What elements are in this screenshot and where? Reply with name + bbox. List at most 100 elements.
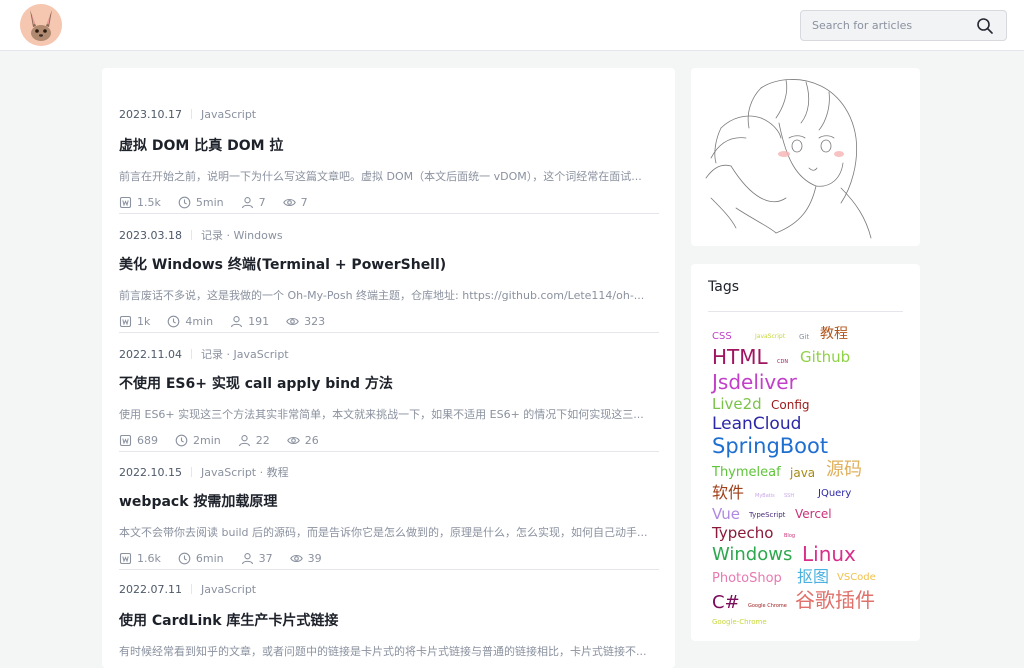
article-title[interactable]: webpack 按需加载原理 [119, 491, 658, 511]
search-box[interactable]: Search for articles [800, 10, 1007, 41]
article-title[interactable]: 虚拟 DOM 比真 DOM 拉 [119, 135, 658, 155]
article-item[interactable]: 2022.07.11 JavaScript 使用 CardLink 库生产卡片式链… [119, 583, 658, 659]
view-count: 26 [286, 434, 319, 447]
tag-link[interactable]: VSCode [837, 573, 876, 583]
sidebar-illustration-card [691, 68, 920, 246]
article-category[interactable]: 记录 · JavaScript [201, 348, 289, 361]
tag-link[interactable]: Config [771, 399, 810, 411]
article-divider [119, 332, 659, 333]
article-item[interactable]: 2022.11.04 记录 · JavaScript 不使用 ES6+ 实现 ca… [119, 346, 659, 452]
tags-divider [708, 311, 903, 312]
user-icon [241, 553, 253, 565]
tag-link[interactable]: 抠图 [797, 569, 829, 585]
view-count: 39 [289, 552, 322, 565]
article-title[interactable]: 美化 Windows 终端(Terminal + PowerShell) [119, 254, 658, 274]
article-title[interactable]: 使用 CardLink 库生产卡片式链接 [119, 610, 658, 630]
tag-link[interactable]: SSH [784, 494, 794, 499]
view-count: 7 [282, 196, 308, 209]
tag-link[interactable]: CSS [712, 332, 732, 342]
article-title[interactable]: 不使用 ES6+ 实现 call apply bind 方法 [119, 373, 658, 393]
article-item[interactable]: 2023.03.18 记录 · Windows 美化 Windows 终端(Ter… [119, 227, 659, 333]
visitor-count: 7 [241, 196, 266, 209]
article-divider [119, 451, 659, 452]
tag-link[interactable]: Github [800, 350, 850, 365]
article-excerpt: 前言废话不多说，这是我做的一个 Oh-My-Posh 终端主题，仓库地址: ht… [119, 289, 645, 302]
eye-icon [282, 198, 296, 207]
tag-link[interactable]: PhotoShop [712, 572, 782, 585]
read-time: 6min [178, 552, 224, 565]
tag-link[interactable]: LeanCloud [712, 416, 801, 433]
user-icon [231, 316, 243, 328]
article-meta: 2023.10.17 JavaScript [119, 108, 658, 122]
tag-link[interactable]: C# [712, 594, 740, 612]
article-category[interactable]: JavaScript [201, 583, 256, 596]
tag-link[interactable]: Blog [784, 534, 795, 539]
anime-girl-sketch-image [705, 79, 872, 239]
view-count: 323 [286, 315, 325, 328]
tag-link[interactable]: Windows [712, 546, 792, 564]
article-excerpt: 本文不会带你去阅读 build 后的源码，而是告诉你它是怎么做到的，原理是什么，… [119, 526, 648, 539]
article-divider [119, 569, 659, 570]
rabbit-logo-icon [20, 4, 62, 46]
article-category[interactable]: JavaScript · 教程 [201, 466, 289, 479]
tag-link[interactable]: MyBatis [755, 494, 775, 499]
article-stats: 689 2min 22 26 [119, 434, 658, 447]
tag-link[interactable]: 源码 [826, 461, 862, 479]
article-date: 2023.03.18 [119, 229, 182, 242]
word-count-icon [119, 196, 132, 209]
user-icon [241, 197, 253, 209]
tag-link[interactable]: Thymeleaf [712, 466, 781, 479]
user-icon [238, 435, 250, 447]
word-count: 689 [119, 434, 158, 447]
tag-link[interactable]: JavaScript [755, 334, 785, 340]
meta-divider [190, 467, 192, 477]
tag-link[interactable]: 谷歌插件 [795, 590, 875, 610]
tag-link[interactable]: Git [799, 334, 809, 341]
search-icon[interactable] [976, 17, 994, 35]
tag-link[interactable]: SpringBoot [712, 436, 828, 457]
word-count: 1k [119, 315, 150, 328]
meta-divider [190, 349, 192, 359]
article-item[interactable]: 2022.10.15 JavaScript · 教程 webpack 按需加载原理… [119, 464, 659, 570]
tag-link[interactable]: Vue [712, 507, 740, 522]
tag-link[interactable]: HTML [712, 347, 768, 367]
visitor-count: 22 [238, 434, 270, 447]
tag-link[interactable]: Linux [802, 544, 856, 564]
tag-link[interactable]: Live2d [712, 397, 762, 412]
tag-link[interactable]: java [790, 467, 815, 479]
article-stats: 1.5k 5min 7 7 [119, 196, 658, 209]
tag-link[interactable]: JQuery [818, 489, 851, 499]
meta-divider [190, 109, 192, 119]
read-time: 4min [167, 315, 213, 328]
tag-link[interactable]: Google Chrome [748, 604, 787, 609]
article-item[interactable]: 2023.10.17 JavaScript 虚拟 DOM 比真 DOM 拉 前言在… [119, 108, 659, 214]
word-count-icon [119, 552, 132, 565]
article-date: 2022.11.04 [119, 348, 182, 361]
visitor-count: 37 [241, 552, 273, 565]
visitor-count: 191 [230, 315, 269, 328]
article-divider [119, 213, 659, 214]
clock-icon [178, 552, 191, 565]
article-stats: 1.6k 6min 37 39 [119, 552, 658, 565]
tag-link[interactable]: TypeScript [749, 512, 785, 519]
tag-link[interactable]: Jsdeliver [712, 372, 797, 392]
article-date: 2022.07.11 [119, 583, 182, 596]
eye-icon [286, 436, 300, 445]
top-bar: Search for articles [0, 0, 1024, 51]
search-input[interactable]: Search for articles [812, 19, 912, 32]
clock-icon [178, 196, 191, 209]
eye-icon [286, 317, 299, 326]
clock-icon [168, 315, 180, 328]
tag-link[interactable]: Typecho [712, 526, 773, 541]
tag-link[interactable]: Vercel [795, 508, 832, 520]
article-excerpt: 使用 ES6+ 实现这三个方法其实非常简单，本文就来挑战一下，如果不适用 ES6… [119, 408, 644, 421]
word-count-icon [119, 434, 132, 447]
tag-link[interactable]: Google-Chrome [712, 619, 767, 626]
article-category[interactable]: 记录 · Windows [201, 229, 283, 242]
tag-link[interactable]: CDN [777, 360, 788, 365]
tag-link[interactable]: 教程 [820, 327, 848, 341]
article-category[interactable]: JavaScript [201, 108, 256, 121]
site-logo-avatar[interactable] [20, 4, 62, 46]
tag-link[interactable]: 软件 [712, 485, 744, 501]
eye-icon [289, 554, 303, 563]
